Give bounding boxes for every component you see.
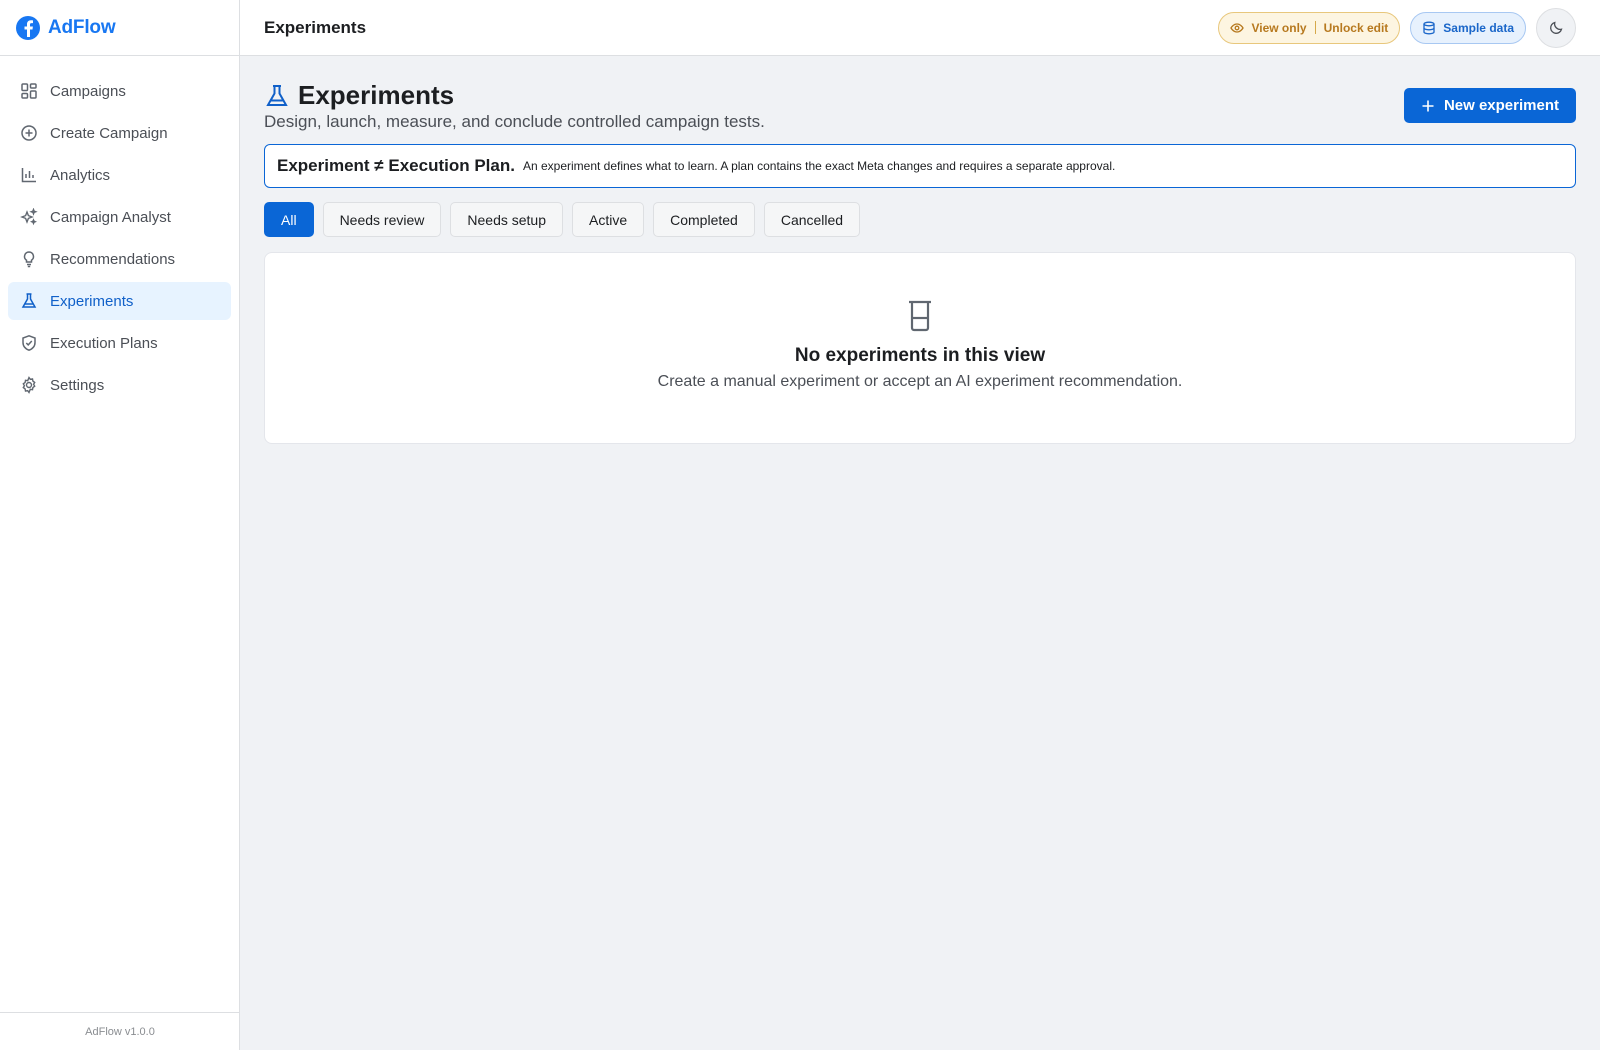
bar-chart-icon (20, 166, 38, 184)
tab-active[interactable]: Active (572, 202, 645, 237)
tab-completed[interactable]: Completed (653, 202, 755, 237)
empty-state-title: No experiments in this view (794, 345, 1046, 366)
sidebar-item-campaign-analyst[interactable]: Campaign Analyst (8, 198, 231, 236)
tab-needs-setup[interactable]: Needs setup (450, 202, 563, 237)
main-content: Experiments Design, launch, measure, and… (264, 56, 1576, 444)
new-experiment-label: New experiment (1443, 97, 1559, 114)
callout-heading: Experiment ≠ Execution Plan. (277, 156, 515, 175)
brand[interactable]: AdFlow (0, 0, 239, 56)
sidebar-item-label: Execution Plans (50, 334, 158, 352)
page-subtitle: Design, launch, measure, and conclude co… (264, 112, 765, 131)
view-only-label: View only (1251, 20, 1307, 35)
brand-name: AdFlow (48, 16, 116, 38)
app-version: AdFlow v1.0.0 (0, 1012, 240, 1050)
sidebar-item-experiments[interactable]: Experiments (8, 282, 231, 320)
empty-state: No experiments in this view Create a man… (264, 252, 1576, 444)
top-bar: Experiments View only Unlock edit Sample… (240, 0, 1600, 56)
gear-icon (20, 376, 38, 394)
sidebar-item-label: Experiments (50, 292, 134, 310)
callout-text: An experiment defines what to learn. A p… (522, 159, 1116, 173)
page-title: Experiments (264, 17, 367, 37)
unlock-edit-button[interactable]: Unlock edit (1324, 21, 1389, 35)
database-icon (1423, 21, 1435, 34)
sparkles-icon (20, 208, 38, 226)
theme-toggle-button[interactable] (1536, 7, 1576, 48)
divider (1314, 21, 1316, 34)
view-mode-pill[interactable]: View only Unlock edit (1218, 11, 1401, 44)
lightbulb-icon (20, 250, 38, 268)
sidebar-item-label: Campaigns (50, 82, 126, 100)
flask-icon (266, 84, 288, 106)
flask-icon (20, 292, 38, 310)
sidebar-item-label: Create Campaign (50, 124, 168, 142)
sidebar-item-execution-plans[interactable]: Execution Plans (8, 324, 231, 362)
sidebar-item-label: Recommendations (50, 250, 176, 268)
main-title: Experiments (298, 80, 455, 110)
beaker-icon (909, 300, 931, 332)
tab-needs-review[interactable]: Needs review (322, 202, 442, 237)
sample-data-label: Sample data (1443, 20, 1514, 35)
moon-icon (1549, 21, 1562, 34)
shield-check-icon (20, 334, 38, 352)
sample-data-pill[interactable]: Sample data (1410, 11, 1526, 44)
sidebar: AdFlow Campaigns Create Campaign Analyti… (0, 0, 240, 1050)
sidebar-item-settings[interactable]: Settings (8, 366, 231, 404)
filter-tabs: All Needs review Needs setup Active Comp… (264, 202, 1576, 237)
facebook-logo-icon (16, 15, 40, 40)
tab-cancelled[interactable]: Cancelled (763, 202, 861, 237)
info-callout: Experiment ≠ Execution Plan. An experime… (264, 144, 1576, 188)
plus-icon (1422, 100, 1434, 111)
new-experiment-button[interactable]: New experiment (1403, 88, 1576, 123)
sidebar-item-analytics[interactable]: Analytics (8, 156, 231, 194)
eye-icon (1230, 22, 1245, 33)
grid-icon (20, 82, 38, 100)
sidebar-item-label: Settings (50, 376, 105, 394)
sidebar-item-label: Campaign Analyst (50, 208, 171, 226)
empty-state-text: Create a manual experiment or accept an … (657, 373, 1183, 390)
sidebar-item-create-campaign[interactable]: Create Campaign (8, 114, 231, 152)
page-header: Experiments Design, launch, measure, and… (264, 56, 1576, 144)
sidebar-item-campaigns[interactable]: Campaigns (8, 72, 231, 110)
sidebar-item-recommendations[interactable]: Recommendations (8, 240, 231, 278)
page-heading: Experiments (264, 80, 454, 111)
plus-circle-icon (20, 124, 38, 142)
tab-all[interactable]: All (264, 202, 314, 237)
sidebar-item-label: Analytics (50, 166, 111, 184)
sidebar-nav: Campaigns Create Campaign Analytics Camp… (0, 56, 239, 424)
